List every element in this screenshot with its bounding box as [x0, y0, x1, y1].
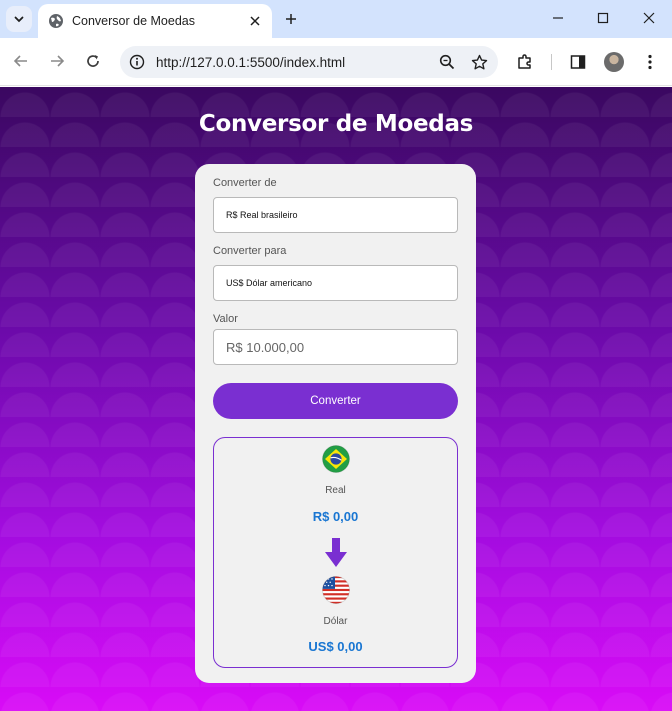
tab-title: Conversor de Moedas — [72, 14, 195, 28]
tab-close-button[interactable] — [242, 8, 268, 34]
forward-button[interactable] — [45, 49, 69, 73]
to-currency-value: US$ 0,00 — [308, 639, 363, 654]
converter-card: Converter de R$ Real brasileiro Converte… — [195, 164, 476, 683]
more-vert-icon — [648, 54, 652, 70]
brazil-flag-icon — [322, 445, 350, 473]
from-currency-value: R$ 0,00 — [312, 509, 359, 524]
convert-button[interactable]: Converter — [213, 383, 458, 419]
url-text[interactable]: http://127.0.0.1:5500/index.html — [156, 55, 434, 70]
close-icon — [643, 12, 655, 24]
from-currency-select[interactable]: R$ Real brasileiro — [213, 197, 458, 233]
new-tab-button[interactable] — [280, 8, 302, 30]
to-currency-select[interactable]: US$ Dólar americano — [213, 265, 458, 301]
menu-button[interactable] — [638, 50, 662, 74]
reload-icon — [87, 55, 99, 67]
amount-input[interactable]: R$ 10.000,00 — [213, 329, 458, 365]
browser-toolbar: http://127.0.0.1:5500/index.html — [0, 38, 672, 86]
page-content: Conversor de Moedas Converter de R$ Real… — [0, 87, 672, 711]
browser-tab-bar: Conversor de Moedas — [0, 0, 672, 38]
chevron-down-icon — [14, 16, 24, 23]
arrow-right-icon — [51, 55, 65, 67]
minimize-button[interactable] — [543, 5, 573, 31]
minimize-icon — [553, 17, 563, 19]
plus-icon — [286, 14, 296, 24]
star-icon — [471, 54, 487, 69]
zoom-icon — [439, 54, 455, 70]
side-panel-icon — [570, 55, 586, 69]
reload-button[interactable] — [81, 49, 105, 73]
to-currency-name: Dólar — [323, 616, 348, 627]
extensions-button[interactable] — [513, 50, 537, 74]
from-currency-name: Real — [325, 485, 346, 496]
result-box: Real R$ 0,00 Dólar US$ 0,00 — [213, 437, 458, 668]
address-bar[interactable]: http://127.0.0.1:5500/index.html — [120, 46, 498, 78]
to-currency-label: Converter para — [213, 245, 287, 257]
side-panel-button[interactable] — [566, 50, 590, 74]
tab-search-button[interactable] — [6, 6, 32, 32]
back-button[interactable] — [9, 49, 33, 73]
globe-icon — [49, 14, 63, 28]
toolbar-divider — [551, 54, 552, 70]
maximize-button[interactable] — [588, 5, 618, 31]
maximize-icon — [597, 12, 609, 24]
arrow-left-icon — [13, 55, 27, 67]
usa-flag-icon — [322, 576, 350, 604]
arrow-down-icon — [325, 538, 347, 567]
amount-label: Valor — [213, 313, 238, 325]
window-close-button[interactable] — [634, 5, 664, 31]
profile-avatar[interactable] — [604, 52, 624, 72]
from-currency-label: Converter de — [213, 177, 277, 189]
site-info-icon[interactable] — [128, 53, 146, 71]
browser-tab[interactable]: Conversor de Moedas — [38, 4, 272, 38]
zoom-button[interactable] — [434, 49, 460, 75]
bookmark-button[interactable] — [466, 49, 492, 75]
puzzle-icon — [518, 54, 531, 69]
close-icon — [250, 16, 260, 26]
page-title: Conversor de Moedas — [198, 111, 474, 137]
